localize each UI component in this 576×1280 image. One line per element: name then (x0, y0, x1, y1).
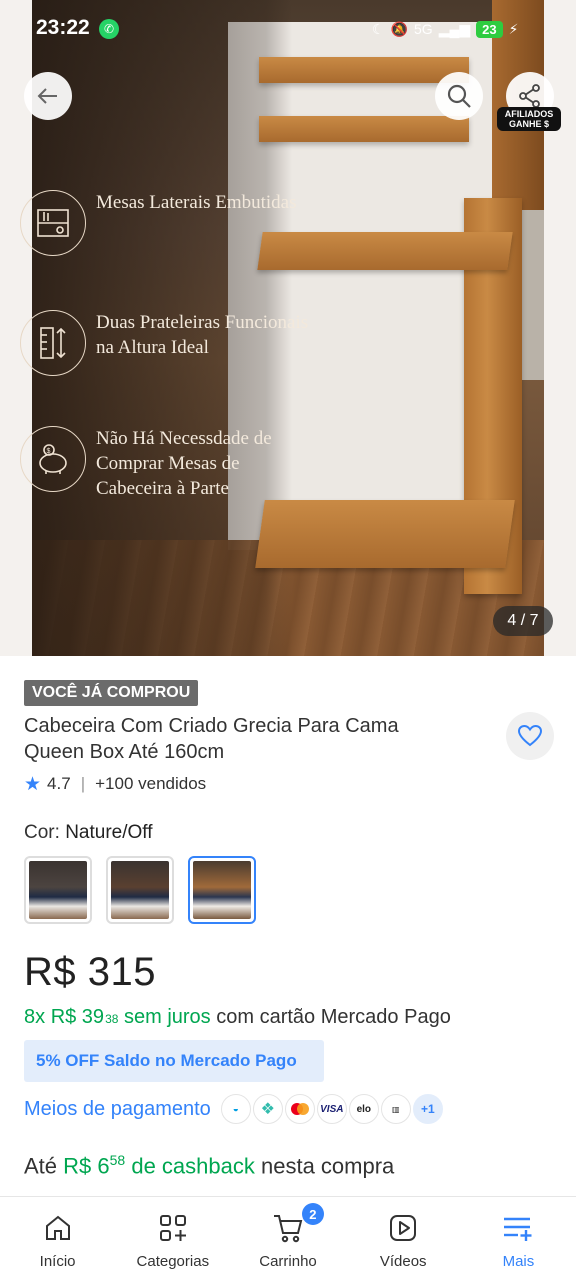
variant-image (29, 861, 87, 919)
installment-amount: R$ 39 (50, 1006, 105, 1028)
payment-methods-row[interactable]: Meios de pagamento ◒ ❖ VISA elo ▥ +1 (24, 1094, 445, 1124)
headboard-slat (259, 116, 469, 142)
nav-item-inicio[interactable]: Início (0, 1197, 115, 1280)
purchased-badge: VOCÊ JÁ COMPROU (24, 680, 199, 706)
feature-item: $ Não Há Necessdade de Comprar Mesas de … (20, 426, 316, 501)
system-icons: ☾ 🔕 5G ▂▄▆ 23 ⚡ (372, 16, 518, 42)
cashback-cents: 58 (109, 1152, 126, 1168)
mastercard-icon (284, 1094, 315, 1124)
nav-item-mais[interactable]: Mais (461, 1197, 576, 1280)
payment-methods-link[interactable]: Meios de pagamento (24, 1098, 211, 1121)
cashback-suffix: nesta compra (261, 1153, 395, 1179)
rating-value: 4.7 (47, 774, 71, 793)
back-button[interactable] (24, 72, 72, 120)
bottom-nav: Início Categorias 2 Carrinho Vídeos Mais (0, 1196, 576, 1280)
pix-icon: ❖ (252, 1094, 283, 1124)
heart-icon (517, 724, 543, 747)
charging-icon: ⚡ (508, 20, 519, 37)
share-icon (519, 84, 540, 108)
color-value: Nature/Off (65, 822, 153, 843)
nav-label: Início (39, 1253, 76, 1270)
search-button[interactable] (435, 72, 483, 120)
installment-cents: 38 (105, 1012, 119, 1026)
nightstand-shelf-bottom (255, 500, 515, 568)
battery-level: 23 (476, 20, 503, 38)
moon-icon: ☾ (372, 20, 385, 37)
shelves-icon (20, 190, 86, 256)
menu-plus-icon (501, 1211, 535, 1245)
arrow-left-icon (37, 88, 57, 104)
ruler-height-icon (20, 310, 86, 376)
visa-icon: VISA (316, 1094, 347, 1124)
star-icon: ★ (24, 773, 42, 795)
cart-count-badge: 2 (301, 1203, 324, 1225)
nav-item-categorias[interactable]: Categorias (115, 1197, 230, 1280)
elo-icon: elo (348, 1094, 379, 1124)
price: R$ 315 (24, 950, 156, 994)
feature-text: Não Há Necessdade de Comprar Mesas de Ca… (96, 428, 272, 499)
nav-label: Carrinho (259, 1253, 317, 1270)
affiliates-badge[interactable]: AFILIADOS GANHE $ (497, 107, 561, 131)
installment-interest: sem juros (123, 1006, 211, 1028)
affiliates-sublabel: GANHE $ (508, 119, 549, 129)
divider: | (80, 774, 86, 793)
color-variant-thumb[interactable] (106, 856, 174, 924)
categories-icon (156, 1211, 190, 1245)
feature-item: Mesas Laterais Embutidas (20, 190, 316, 256)
search-icon (447, 84, 471, 108)
svg-text:$: $ (47, 448, 51, 455)
color-label: Cor: Nature/Off (24, 822, 153, 844)
image-counter: 4 / 7 (493, 606, 553, 636)
color-variant-thumb-selected[interactable] (188, 856, 256, 924)
cashback-prefix: Até (24, 1153, 58, 1179)
sold-count: +100 vendidos (95, 774, 207, 793)
installment-method: com cartão Mercado Pago (216, 1006, 451, 1028)
variant-image (111, 861, 169, 919)
cashback-info: Até R$ 658 de cashback nesta compra (24, 1152, 394, 1179)
video-icon (386, 1211, 420, 1245)
nav-item-videos[interactable]: Vídeos (346, 1197, 461, 1280)
discount-badge: 5% OFF Saldo no Mercado Pago (24, 1040, 324, 1082)
piggy-bank-icon: $ (20, 426, 86, 492)
cashback-amount: R$ 6 (63, 1153, 110, 1179)
installment-count: 8x (24, 1006, 46, 1028)
status-time: 23:22 (36, 16, 90, 39)
cart-icon (271, 1211, 305, 1245)
feature-text: Duas Prateleiras Funcionais na Altura Id… (96, 312, 309, 358)
mute-icon: 🔕 (390, 20, 408, 37)
home-icon (41, 1211, 75, 1245)
mercadopago-icon: ◒ (220, 1094, 251, 1124)
rating-row[interactable]: ★ 4.7 | +100 vendidos (24, 772, 206, 796)
nav-label: Mais (502, 1253, 535, 1270)
nav-label: Vídeos (379, 1253, 427, 1270)
feature-text: Mesas Laterais Embutidas (96, 192, 297, 213)
favorite-button[interactable] (506, 712, 554, 760)
product-title: Cabeceira Com Criado Grecia Para Cama Qu… (24, 715, 399, 763)
more-payment-methods[interactable]: +1 (412, 1094, 443, 1124)
installments: 8x R$ 39 38 sem juros com cartão Mercado … (24, 1006, 451, 1029)
feature-item: Duas Prateleiras Funcionais na Altura Id… (20, 310, 316, 376)
color-variant-thumb[interactable] (24, 856, 92, 924)
nav-item-carrinho[interactable]: 2 Carrinho (230, 1197, 345, 1280)
headboard-slat (259, 57, 469, 83)
color-caption: Cor: (24, 822, 60, 843)
nav-label: Categorias (136, 1253, 210, 1270)
network-label: 5G (414, 21, 433, 37)
variant-image (193, 861, 251, 919)
boleto-icon: ▥ (380, 1094, 411, 1124)
cashback-label: de cashback (131, 1153, 255, 1179)
status-bar: 23:22 ✆ ☾ 🔕 5G ▂▄▆ 23 ⚡ (0, 0, 576, 58)
signal-icon: ▂▄▆ (438, 20, 471, 37)
product-gallery[interactable]: Mesas Laterais Embutidas Duas Prateleira… (0, 0, 576, 656)
affiliates-label: AFILIADOS (504, 109, 554, 119)
whatsapp-icon: ✆ (99, 19, 119, 39)
